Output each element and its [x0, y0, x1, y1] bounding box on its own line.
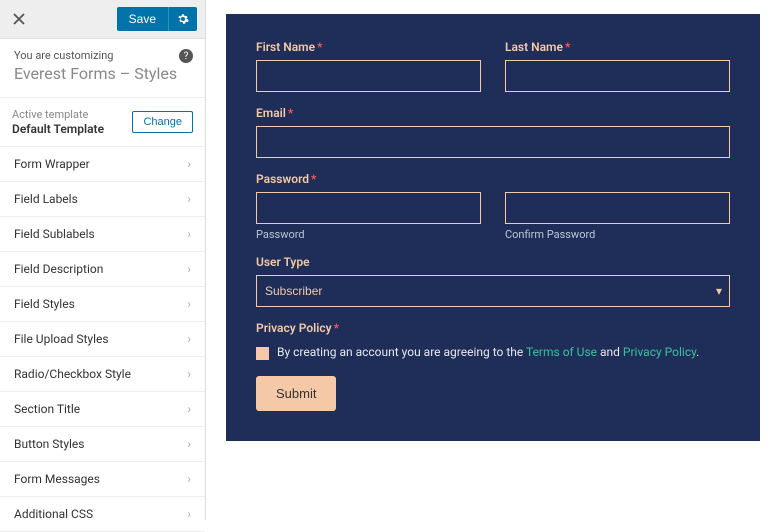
- user-type-label: User Type: [256, 255, 730, 269]
- template-label: Active template: [12, 108, 104, 121]
- panel-item-label: Field Styles: [14, 297, 75, 311]
- form-preview: First Name* Last Name* Email* Password*: [226, 14, 760, 441]
- privacy-link[interactable]: Privacy Policy: [623, 345, 696, 359]
- page-title: Everest Forms – Styles: [14, 64, 191, 83]
- confirm-password-sublabel: Confirm Password: [505, 228, 730, 241]
- gear-icon: [177, 13, 189, 25]
- panel-item-label: Radio/Checkbox Style: [14, 367, 131, 381]
- close-icon[interactable]: [6, 6, 32, 32]
- panel-item[interactable]: Field Labels ›: [0, 182, 205, 217]
- panel-item-label: Field Sublabels: [14, 227, 95, 241]
- chevron-right-icon: ›: [187, 227, 191, 241]
- chevron-right-icon: ›: [187, 507, 191, 521]
- chevron-right-icon: ›: [187, 262, 191, 276]
- first-name-field[interactable]: [256, 60, 481, 92]
- panel-item[interactable]: Field Sublabels ›: [0, 217, 205, 252]
- template-name: Default Template: [12, 122, 104, 136]
- confirm-password-field[interactable]: [505, 192, 730, 224]
- panel-item[interactable]: Field Styles ›: [0, 287, 205, 322]
- password-label: Password*: [256, 172, 730, 186]
- chevron-right-icon: ›: [187, 437, 191, 451]
- panel-item[interactable]: Form Messages ›: [0, 462, 205, 497]
- last-name-label: Last Name*: [505, 40, 730, 54]
- panel-item-label: Field Description: [14, 262, 103, 276]
- first-name-label: First Name*: [256, 40, 481, 54]
- chevron-right-icon: ›: [187, 367, 191, 381]
- panel-item-label: Section Title: [14, 402, 80, 416]
- panel-item-label: Form Wrapper: [14, 157, 90, 171]
- terms-link[interactable]: Terms of Use: [526, 345, 597, 359]
- chevron-right-icon: ›: [187, 192, 191, 206]
- panel-item-label: File Upload Styles: [14, 332, 109, 346]
- privacy-text: By creating an account you are agreeing …: [277, 345, 699, 359]
- last-name-field[interactable]: [505, 60, 730, 92]
- panel-item-label: Additional CSS: [14, 507, 93, 521]
- chevron-right-icon: ›: [187, 402, 191, 416]
- panel-item[interactable]: Button Styles ›: [0, 427, 205, 462]
- panel-item[interactable]: Form Wrapper ›: [0, 147, 205, 182]
- panel-item-label: Form Messages: [14, 472, 100, 486]
- change-template-button[interactable]: Change: [132, 111, 193, 133]
- chevron-right-icon: ›: [187, 472, 191, 486]
- privacy-checkbox[interactable]: [256, 347, 269, 360]
- panel-item[interactable]: Additional CSS ›: [0, 497, 205, 532]
- help-icon[interactable]: ?: [179, 49, 193, 63]
- panel-item-label: Field Labels: [14, 192, 78, 206]
- privacy-label: Privacy Policy*: [256, 321, 730, 335]
- panel-item[interactable]: Radio/Checkbox Style ›: [0, 357, 205, 392]
- panel-item-label: Button Styles: [14, 437, 84, 451]
- chevron-right-icon: ›: [187, 297, 191, 311]
- panel-item[interactable]: Field Description ›: [0, 252, 205, 287]
- panel-item[interactable]: Section Title ›: [0, 392, 205, 427]
- email-label: Email*: [256, 106, 730, 120]
- email-field[interactable]: [256, 126, 730, 158]
- customizing-label: You are customizing: [14, 49, 191, 62]
- panel-item[interactable]: File Upload Styles ›: [0, 322, 205, 357]
- save-button[interactable]: Save: [117, 7, 168, 31]
- password-sublabel: Password: [256, 228, 481, 241]
- user-type-select[interactable]: Subscriber: [256, 275, 730, 307]
- settings-button[interactable]: [168, 7, 197, 31]
- chevron-right-icon: ›: [187, 332, 191, 346]
- chevron-right-icon: ›: [187, 157, 191, 171]
- submit-button[interactable]: Submit: [256, 376, 336, 411]
- password-field[interactable]: [256, 192, 481, 224]
